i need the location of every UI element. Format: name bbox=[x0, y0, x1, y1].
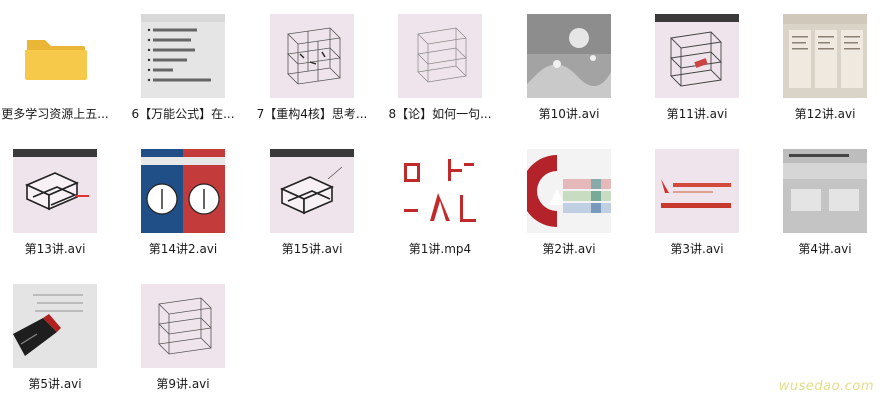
file-name: 7【重构4核】思考... bbox=[256, 107, 368, 121]
video-thumbnail bbox=[527, 149, 611, 233]
video-thumbnail bbox=[141, 284, 225, 368]
video-thumbnail bbox=[13, 149, 97, 233]
video-thumbnail bbox=[398, 14, 482, 98]
watermark-text: wusedao.com bbox=[778, 379, 874, 394]
video-thumbnail bbox=[270, 14, 354, 98]
video-thumbnail bbox=[270, 149, 354, 233]
video-thumbnail bbox=[13, 284, 97, 368]
video-thumbnail bbox=[783, 149, 867, 233]
video-thumbnail bbox=[141, 149, 225, 233]
video-thumbnail bbox=[783, 14, 867, 98]
video-thumbnail bbox=[398, 149, 482, 233]
file-name: 第12讲.avi bbox=[794, 107, 856, 121]
file-name: 第3讲.avi bbox=[670, 242, 724, 256]
file-name: 第1讲.mp4 bbox=[408, 242, 472, 256]
video-thumbnail bbox=[141, 14, 225, 98]
file-name: 第10讲.avi bbox=[538, 107, 600, 121]
file-name: 第5讲.avi bbox=[28, 377, 82, 391]
video-thumbnail bbox=[527, 14, 611, 98]
file-name: 8【论】如何一句... bbox=[388, 107, 492, 121]
file-name: 第13讲.avi bbox=[24, 242, 86, 256]
file-name: 第14讲2.avi bbox=[148, 242, 218, 256]
video-thumbnail bbox=[655, 14, 739, 98]
file-name: 第15讲.avi bbox=[281, 242, 343, 256]
file-name: 更多学习资源上五... bbox=[1, 107, 109, 121]
file-name: 第11讲.avi bbox=[666, 107, 728, 121]
video-thumbnail bbox=[655, 149, 739, 233]
file-name: 第2讲.avi bbox=[542, 242, 596, 256]
file-name: 6【万能公式】在... bbox=[131, 107, 235, 121]
file-name: 第4讲.avi bbox=[798, 242, 852, 256]
folder-icon bbox=[13, 14, 97, 98]
file-name: 第9讲.avi bbox=[156, 377, 210, 391]
